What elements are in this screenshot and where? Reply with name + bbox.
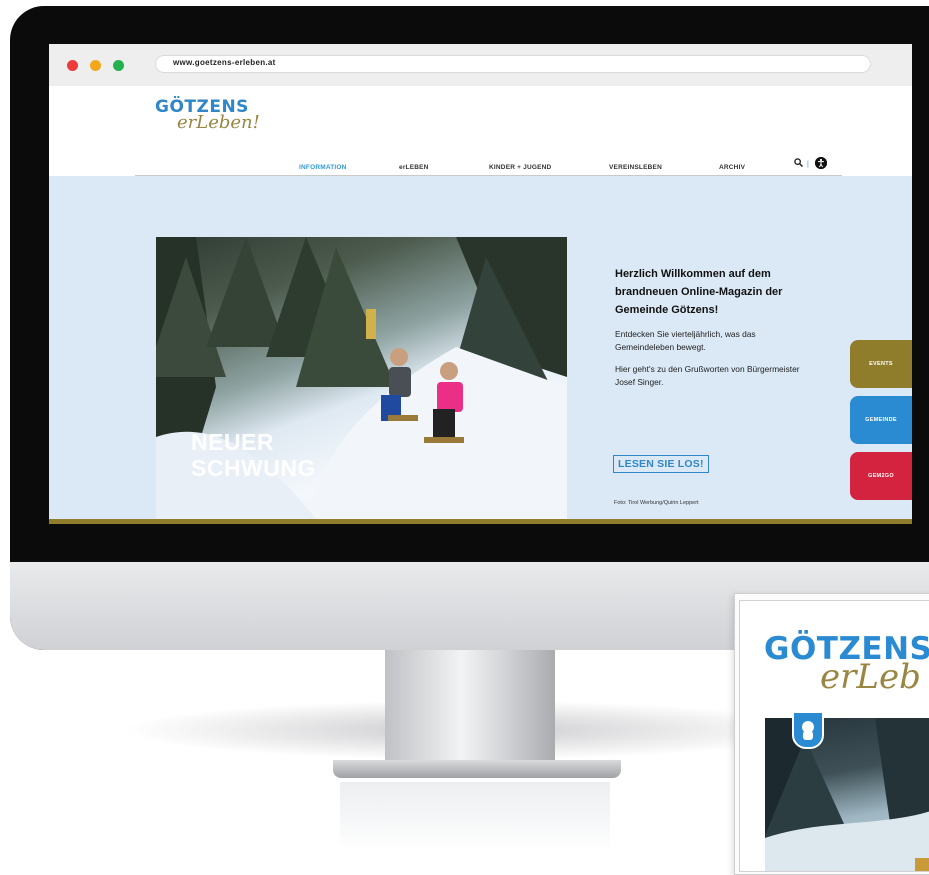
- nav-item-archiv[interactable]: ARCHIV: [719, 164, 745, 171]
- footer-accent-bar: [49, 519, 912, 524]
- site-logo-script: erLeben!: [177, 112, 260, 133]
- intro-paragraph-1: Entdecken Sie vierteljährlich, was das G…: [615, 329, 756, 352]
- nav-item-erleben[interactable]: erLEBEN: [399, 164, 429, 171]
- hero-title-line2: SCHWUNG: [191, 455, 316, 481]
- nav-item-kinder-jugend[interactable]: KINDER + JUGEND: [489, 164, 551, 171]
- monitor-stand-base: [333, 760, 621, 778]
- minimize-window-dot[interactable]: [90, 60, 101, 71]
- magazine-forest-illustration: [760, 718, 929, 871]
- maximize-window-dot[interactable]: [113, 60, 124, 71]
- browser-chrome: www.goetzens-erleben.at: [49, 44, 912, 86]
- hero-title: NEUER SCHWUNG: [191, 429, 316, 481]
- intro-paragraph-2[interactable]: Hier geht's zu den Grußworten von Bürger…: [615, 363, 815, 389]
- close-window-dot[interactable]: [67, 60, 78, 71]
- stand-reflection: [340, 782, 610, 852]
- magazine-cover-photo: [760, 718, 929, 871]
- municipal-crest-icon: [792, 711, 824, 749]
- nav-item-information[interactable]: INFORMATION: [299, 164, 347, 171]
- screen: www.goetzens-erleben.at GÖTZENS erLeben!…: [49, 44, 912, 524]
- read-more-button[interactable]: LESEN SIE LOS!: [613, 455, 709, 473]
- magazine-cover: GÖTZENS erLeb: [739, 600, 929, 872]
- monitor: www.goetzens-erleben.at GÖTZENS erLeben!…: [10, 6, 929, 650]
- search-icon[interactable]: [794, 158, 804, 170]
- nav-item-vereinsleben[interactable]: VEREINSLEBEN: [609, 164, 662, 171]
- intro-heading: Herzlich Willkommen auf dem brandneuen O…: [615, 268, 783, 316]
- photo-credit: Foto: Tirol Werbung/Quirin Leppert: [614, 500, 699, 506]
- side-tab-gemeinde[interactable]: GEMEINDE: [850, 396, 912, 444]
- side-tab-gem2go[interactable]: GEM2GO: [850, 452, 912, 500]
- magazine-logo-script: erLeb: [820, 657, 921, 697]
- side-tab-events[interactable]: EVENTS: [850, 340, 912, 388]
- intro-text: Herzlich Willkommen auf dem brandneuen O…: [615, 265, 815, 398]
- hero-section: NEUER SCHWUNG Herzlich Willkommen auf de…: [49, 176, 912, 519]
- address-bar-url: www.goetzens-erleben.at: [173, 58, 276, 67]
- nav-separator: |: [807, 161, 809, 168]
- hero-title-line1: NEUER: [191, 429, 275, 455]
- hero-photo[interactable]: NEUER SCHWUNG: [156, 237, 567, 519]
- monitor-stand: [385, 650, 555, 770]
- accessibility-icon[interactable]: [815, 157, 827, 169]
- address-bar[interactable]: www.goetzens-erleben.at: [155, 55, 871, 73]
